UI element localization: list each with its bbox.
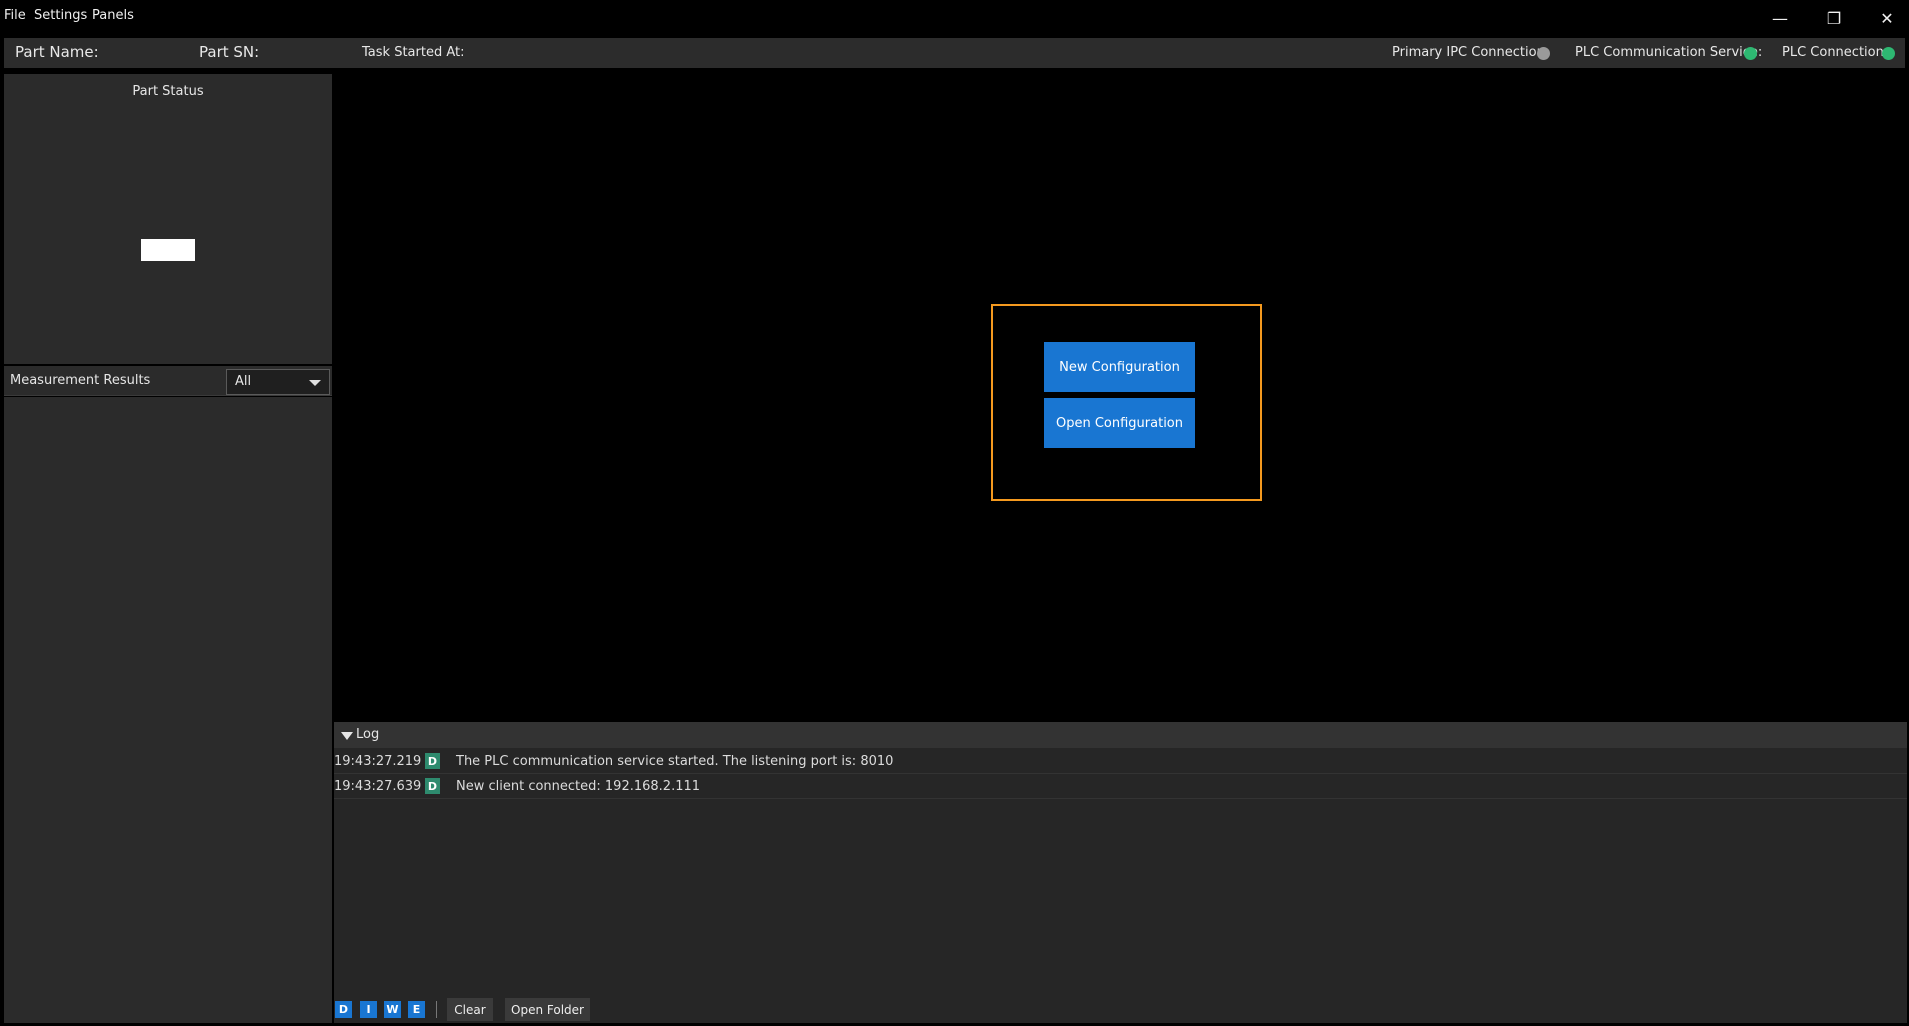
new-configuration-button[interactable]: New Configuration bbox=[1044, 342, 1195, 392]
menu-bar: File Settings Panels — ❐ ✕ bbox=[0, 0, 1909, 36]
plc-comm-label: PLC Communication Service: bbox=[1575, 45, 1763, 60]
log-filter-info-button[interactable]: I bbox=[360, 1001, 377, 1018]
primary-ipc-label: Primary IPC Connection: bbox=[1392, 45, 1550, 60]
menu-settings[interactable]: Settings bbox=[34, 8, 87, 23]
status-bar: Part Name: Part SN: Task Started At: Pri… bbox=[4, 38, 1905, 68]
clear-log-button[interactable]: Clear bbox=[447, 998, 493, 1021]
log-filter-debug-button[interactable]: D bbox=[335, 1001, 352, 1018]
close-icon: ✕ bbox=[1880, 8, 1894, 28]
minimize-icon: — bbox=[1772, 8, 1788, 28]
log-row: 19:43:27.639 D New client connected: 192… bbox=[334, 775, 1907, 799]
log-filter-warning-button[interactable]: W bbox=[384, 1001, 401, 1018]
measurement-filter-value: All bbox=[235, 374, 252, 389]
part-status-indicator bbox=[141, 239, 195, 261]
log-message: New client connected: 192.168.2.111 bbox=[456, 779, 701, 794]
part-sn-label: Part SN: bbox=[199, 43, 260, 61]
configuration-dialog: New Configuration Open Configuration bbox=[991, 304, 1262, 501]
log-row: 19:43:27.219 D The PLC communication ser… bbox=[334, 750, 1907, 774]
chevron-down-icon bbox=[309, 380, 321, 386]
part-status-panel: Part Status bbox=[4, 74, 332, 364]
log-message: The PLC communication service started. T… bbox=[456, 754, 894, 769]
restore-icon: ❐ bbox=[1826, 8, 1842, 28]
task-started-label: Task Started At: bbox=[362, 45, 465, 60]
log-title: Log bbox=[356, 727, 380, 742]
open-configuration-button[interactable]: Open Configuration bbox=[1044, 398, 1195, 448]
log-header[interactable]: Log bbox=[334, 722, 1907, 748]
measurement-results-header: Measurement Results All bbox=[4, 366, 332, 396]
measurement-filter-select[interactable]: All bbox=[226, 369, 330, 395]
close-button[interactable]: ✕ bbox=[1867, 6, 1907, 30]
log-time: 19:43:27.219 bbox=[334, 754, 422, 769]
open-folder-button[interactable]: Open Folder bbox=[505, 998, 590, 1021]
log-panel: Log 19:43:27.219 D The PLC communication… bbox=[334, 722, 1907, 1023]
menu-file[interactable]: File bbox=[4, 8, 26, 23]
plc-conn-status-indicator bbox=[1882, 47, 1895, 60]
restore-button[interactable]: ❐ bbox=[1814, 6, 1854, 30]
plc-conn-label: PLC Connection: bbox=[1782, 45, 1889, 60]
log-time: 19:43:27.639 bbox=[334, 779, 422, 794]
log-level-badge: D bbox=[425, 753, 440, 769]
part-status-title: Part Status bbox=[132, 84, 204, 99]
minimize-button[interactable]: — bbox=[1760, 6, 1800, 30]
part-name-label: Part Name: bbox=[15, 43, 99, 61]
log-footer: D I W E Clear Open Folder bbox=[334, 996, 1907, 1022]
log-filter-error-button[interactable]: E bbox=[408, 1001, 425, 1018]
plc-comm-status-indicator bbox=[1744, 47, 1757, 60]
log-level-badge: D bbox=[425, 778, 440, 794]
collapse-triangle-icon[interactable] bbox=[341, 732, 353, 740]
measurement-results-list bbox=[4, 397, 332, 1023]
menu-panels[interactable]: Panels bbox=[92, 8, 134, 23]
primary-ipc-status-indicator bbox=[1537, 47, 1550, 60]
measurement-results-title: Measurement Results bbox=[10, 373, 151, 388]
toolbar-separator bbox=[436, 1001, 437, 1018]
